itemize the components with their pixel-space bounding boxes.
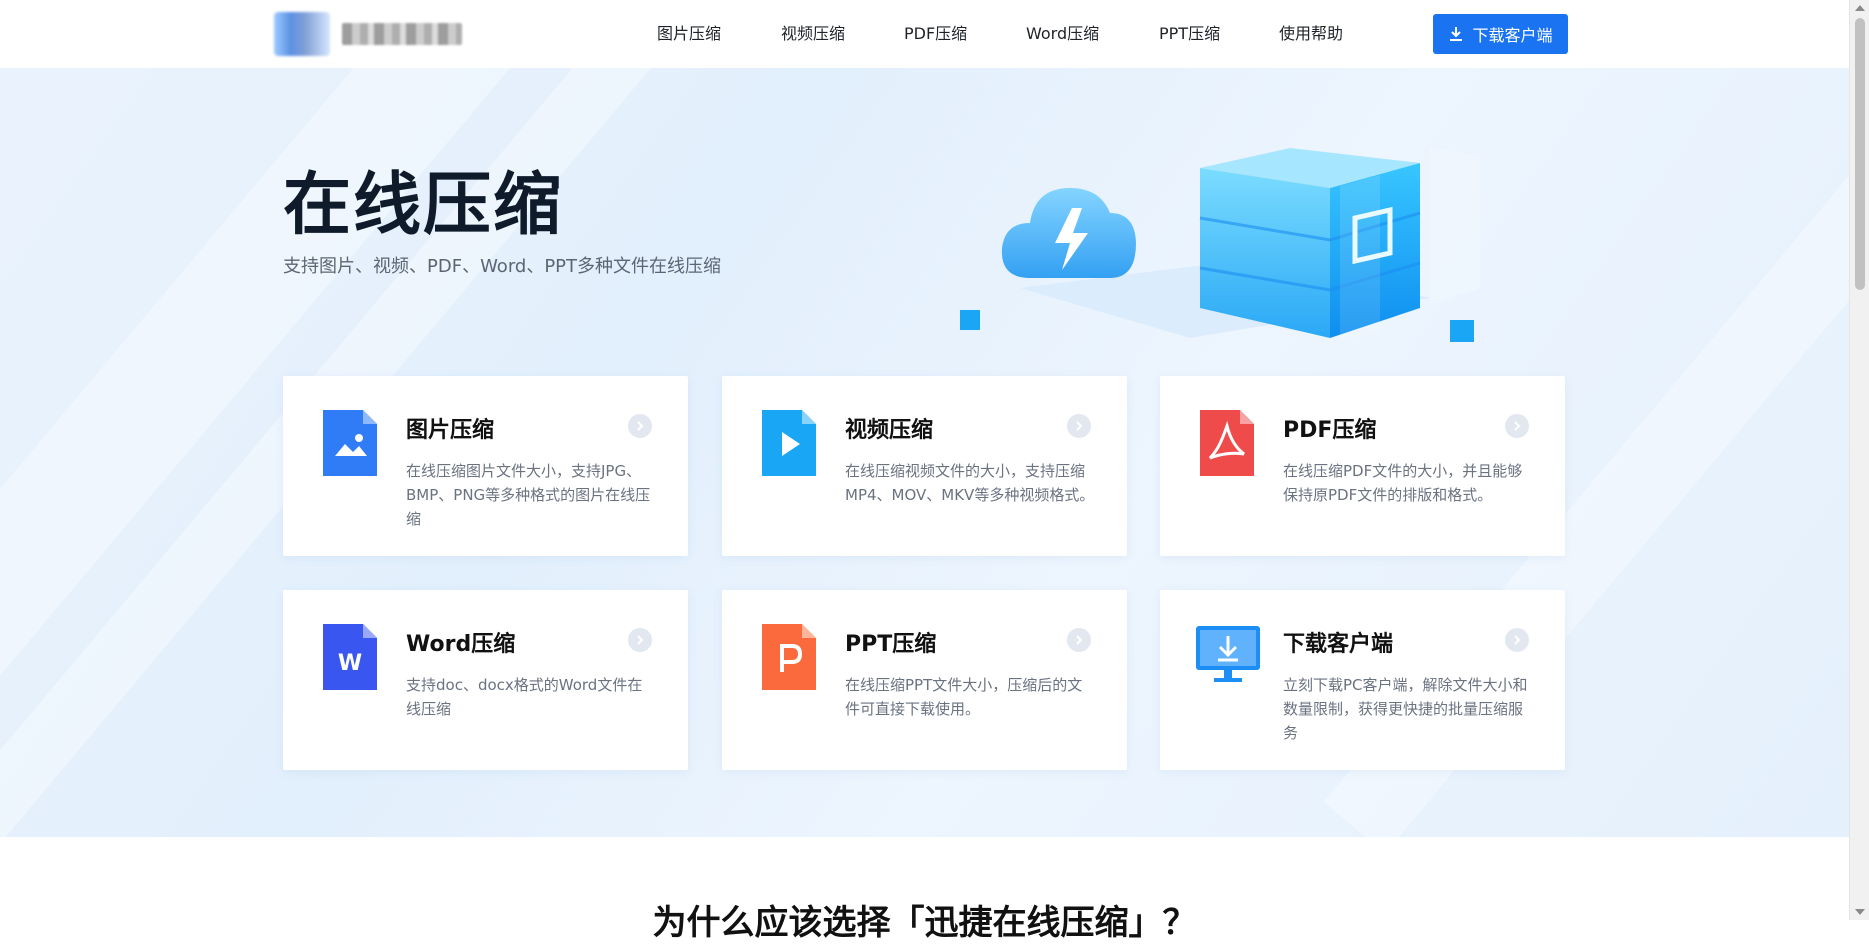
card-download-client[interactable]: 下载客户端 立刻下载PC客户端，解除文件大小和数量限制，获得更快捷的批量压缩服务 bbox=[1160, 590, 1565, 770]
ppt-file-icon bbox=[762, 624, 816, 690]
hero-title: 在线压缩 bbox=[283, 166, 564, 245]
card-title: 视频压缩 bbox=[845, 418, 934, 443]
video-file-icon bbox=[762, 410, 816, 476]
image-file-icon bbox=[323, 410, 377, 476]
chevron-right-icon bbox=[1505, 628, 1529, 652]
small-cube-icon bbox=[1450, 320, 1474, 342]
download-client-label: 下载客户端 bbox=[1472, 26, 1553, 45]
card-description: 立刻下载PC客户端，解除文件大小和数量限制，获得更快捷的批量压缩服务 bbox=[1283, 676, 1528, 742]
card-description: 支持doc、docx格式的Word文件在线压缩 bbox=[406, 676, 643, 718]
card-word-compress[interactable]: W Word压缩 支持doc、docx格式的Word文件在线压缩 bbox=[283, 590, 688, 770]
pdf-file-icon bbox=[1200, 410, 1254, 476]
card-description: 在线压缩PDF文件的大小，并且能够保持原PDF文件的排版和格式。 bbox=[1283, 462, 1523, 504]
card-description: 在线压缩图片文件大小，支持JPG、BMP、PNG等多种格式的图片在线压缩 bbox=[406, 462, 651, 528]
card-title: Word压缩 bbox=[406, 632, 516, 657]
logo-wordmark bbox=[342, 23, 462, 45]
card-ppt-compress[interactable]: PPT压缩 在线压缩PPT文件大小，压缩后的文件可直接下载使用。 bbox=[722, 590, 1127, 770]
nav-help[interactable]: 使用帮助 bbox=[1279, 24, 1343, 44]
scroll-down-arrow-icon[interactable] bbox=[1855, 909, 1865, 915]
nav-word-compress[interactable]: Word压缩 bbox=[1026, 24, 1099, 44]
card-image-compress[interactable]: 图片压缩 在线压缩图片文件大小，支持JPG、BMP、PNG等多种格式的图片在线压… bbox=[283, 376, 688, 556]
nav-ppt-compress[interactable]: PPT压缩 bbox=[1159, 24, 1220, 44]
chevron-right-icon bbox=[1067, 628, 1091, 652]
card-video-compress[interactable]: 视频压缩 在线压缩视频文件的大小，支持压缩MP4、MOV、MKV等多种视频格式。 bbox=[722, 376, 1127, 556]
nav-pdf-compress[interactable]: PDF压缩 bbox=[904, 24, 967, 44]
card-title: 下载客户端 bbox=[1283, 632, 1394, 657]
top-header: 图片压缩 视频压缩 PDF压缩 Word压缩 PPT压缩 使用帮助 下载客户端 bbox=[0, 0, 1849, 68]
small-cube-icon bbox=[960, 310, 980, 330]
scroll-up-arrow-icon[interactable] bbox=[1855, 5, 1865, 11]
scroll-thumb[interactable] bbox=[1855, 18, 1865, 290]
download-client-button[interactable]: 下载客户端 bbox=[1433, 14, 1568, 54]
site-logo[interactable] bbox=[274, 12, 464, 56]
logo-mark bbox=[274, 12, 330, 56]
cube-box-icon bbox=[1199, 148, 1480, 340]
monitor-download-icon bbox=[1196, 626, 1260, 682]
page-scrollbar[interactable] bbox=[1849, 0, 1869, 920]
chevron-right-icon bbox=[628, 414, 652, 438]
nav-image-compress[interactable]: 图片压缩 bbox=[657, 24, 721, 44]
card-title: PDF压缩 bbox=[1283, 418, 1377, 443]
chevron-right-icon bbox=[628, 628, 652, 652]
card-description: 在线压缩视频文件的大小，支持压缩MP4、MOV、MKV等多种视频格式。 bbox=[845, 462, 1095, 504]
svg-text:W: W bbox=[338, 651, 362, 676]
compression-illustration bbox=[960, 148, 1480, 342]
nav-video-compress[interactable]: 视频压缩 bbox=[781, 24, 845, 44]
card-pdf-compress[interactable]: PDF压缩 在线压缩PDF文件的大小，并且能够保持原PDF文件的排版和格式。 bbox=[1160, 376, 1565, 556]
download-icon bbox=[1450, 27, 1463, 41]
hero-section: 在线压缩 支持图片、视频、PDF、Word、PPT多种文件在线压缩 图片压缩 在… bbox=[0, 68, 1849, 837]
card-title: 图片压缩 bbox=[406, 418, 495, 443]
card-title: PPT压缩 bbox=[845, 632, 937, 657]
cloud-lightning-icon bbox=[1001, 188, 1136, 278]
chevron-right-icon bbox=[1067, 414, 1091, 438]
card-description: 在线压缩PPT文件大小，压缩后的文件可直接下载使用。 bbox=[845, 676, 1083, 718]
hero-subtitle: 支持图片、视频、PDF、Word、PPT多种文件在线压缩 bbox=[283, 256, 722, 277]
chevron-right-icon bbox=[1505, 414, 1529, 438]
word-file-icon: W bbox=[323, 624, 377, 690]
